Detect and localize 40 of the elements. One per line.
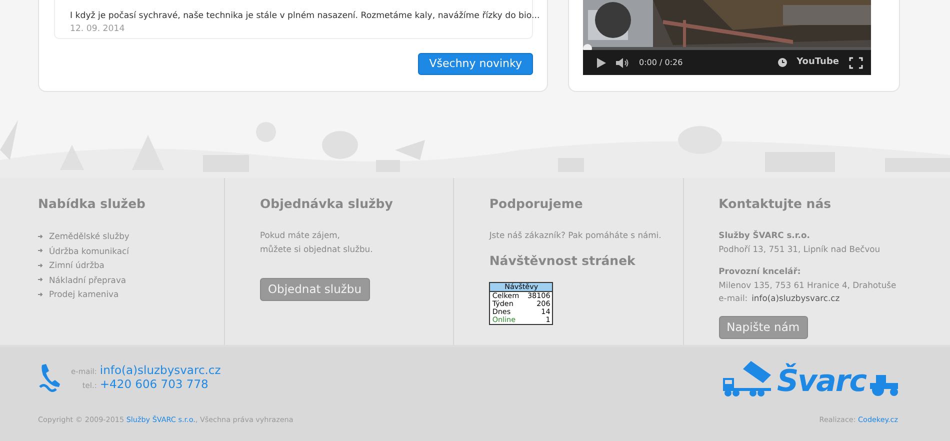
service-link[interactable]: Zimní údržba [38, 258, 224, 272]
service-link[interactable]: Nákladní přeprava [38, 272, 224, 287]
tractor-icon [870, 375, 898, 397]
news-excerpt: I když je počasí sychravé, naše technika je stále v plném nasazení. Rozmetáme kaly, navážíme řízky do bio... [70, 10, 540, 23]
arrow-icon [38, 234, 43, 239]
arrow-icon [38, 292, 43, 297]
order-text: Pokud máte zájem, můžete si objednat službu. [260, 229, 374, 256]
progress-track[interactable] [583, 47, 871, 50]
email-link[interactable]: info(a)sluzbysvarc.cz [752, 292, 840, 306]
phone-icon [38, 363, 63, 395]
video-time: 0:00 / 0:26 [639, 56, 683, 68]
play-icon[interactable] [597, 58, 606, 68]
clock-icon[interactable] [778, 58, 787, 67]
section-heading: Návštěvnost stránek [489, 252, 636, 268]
order-button[interactable]: Objednat službu [260, 278, 370, 302]
section-heading: Objednávka služby [260, 196, 394, 211]
office-address: Milenov 135, 753 61 Hranice 4, Drahotuše [718, 278, 898, 292]
section-heading: Kontaktujte nás [718, 196, 832, 211]
section-heading: Nabídka služeb [38, 196, 147, 211]
arrow-icon [38, 277, 43, 282]
section-heading: Podporujeme [489, 196, 584, 211]
news-date: 12. 09. 2014 [70, 22, 126, 36]
company-name: Služby ŠVARC s.r.o. [718, 229, 811, 242]
arrow-icon [38, 262, 43, 268]
phone-number: +420 606 703 778 [100, 377, 210, 392]
service-link[interactable]: Zemědělské služby [38, 229, 224, 244]
office-label: Provozní kncelář: [718, 265, 802, 278]
contact-button[interactable]: Napište nám [718, 316, 808, 339]
support-text: Jste náš zákazník? Pak pomáháte s námi. [489, 229, 662, 242]
youtube-logo[interactable]: YouTube [796, 56, 839, 70]
all-news-button[interactable]: Všechny novinky [418, 52, 533, 75]
fullscreen-icon[interactable] [849, 56, 863, 68]
service-link[interactable]: Údržba komunikací [38, 244, 224, 258]
dump-truck-icon [723, 361, 774, 397]
email-label: e-mail: [718, 292, 748, 305]
volume-icon[interactable] [616, 58, 629, 68]
service-link[interactable]: Prodej kameniva [38, 287, 224, 302]
company-address: Podhoří 13, 751 31, Lipník nad Bečvou [718, 242, 882, 256]
arrow-icon [38, 248, 43, 254]
email-link[interactable]: info(a)sluzbysvarc.cz [100, 363, 221, 377]
